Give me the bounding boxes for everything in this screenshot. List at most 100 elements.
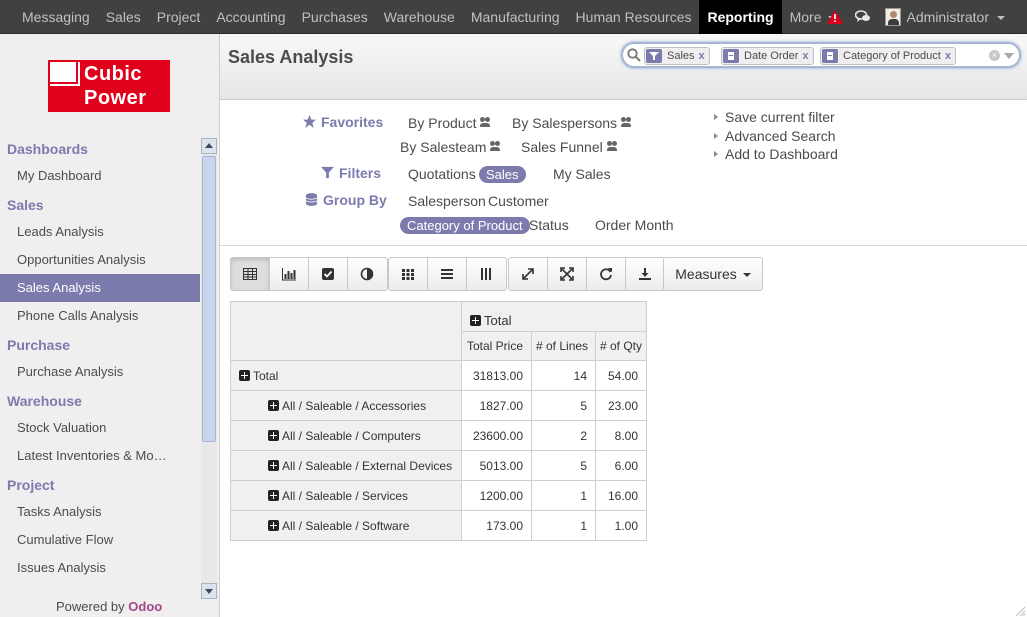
menu-purchases[interactable]: Purchases: [294, 0, 376, 34]
filter-my-sales[interactable]: My Sales: [553, 166, 611, 182]
cell-qty: 6.00: [595, 450, 647, 481]
action-button-group: [508, 257, 666, 291]
pivot-corner: [230, 301, 462, 361]
pivot-table-button[interactable]: [231, 258, 270, 290]
measures-dropdown[interactable]: Measures: [663, 257, 763, 291]
groupby-label: Group By: [323, 192, 387, 208]
powered-by-prefix: Powered by: [56, 599, 125, 614]
database-icon: [305, 193, 318, 206]
groupby-customer[interactable]: Customer: [488, 193, 549, 209]
table-row: All / Saleable / Computers 23600.00 2 8.…: [230, 420, 647, 451]
nav-item-cumulative-flow[interactable]: Cumulative Flow: [0, 526, 200, 554]
nav-section-project: Project: [7, 477, 55, 493]
advanced-search-link[interactable]: Advanced Search: [714, 128, 836, 144]
menu-messaging[interactable]: Messaging: [0, 0, 98, 34]
scroll-up-icon[interactable]: [201, 138, 217, 154]
row-label: All / Saleable / External Devices: [282, 458, 453, 473]
groupby-status[interactable]: Status: [529, 217, 569, 233]
fullscreen-button[interactable]: [548, 258, 587, 290]
nav-item-tasks-analysis[interactable]: Tasks Analysis: [0, 498, 200, 526]
favorite-by-salesteam[interactable]: By Salesteam: [400, 139, 502, 155]
nav-item-issues-analysis[interactable]: Issues Analysis: [0, 554, 200, 582]
favorite-by-salespersons[interactable]: By Salespersons: [512, 115, 633, 131]
nav-item-purchase-analysis[interactable]: Purchase Analysis: [0, 358, 200, 386]
pivot-row-header-total[interactable]: Total: [230, 360, 462, 391]
cell-total-price: 23600.00: [461, 420, 532, 451]
menu-human-resources[interactable]: Human Resources: [568, 0, 700, 34]
contrast-button[interactable]: [348, 258, 387, 290]
grid-view-button[interactable]: [389, 258, 428, 290]
powered-by-link[interactable]: Odoo: [128, 599, 162, 614]
filter-sales[interactable]: Sales: [479, 166, 526, 183]
expand-plus-icon: [268, 519, 279, 531]
menu-project[interactable]: Project: [149, 0, 209, 34]
powered-by: Powered by Odoo: [56, 599, 162, 614]
row-label: All / Saleable / Services: [282, 488, 409, 503]
filter-quotations[interactable]: Quotations: [408, 166, 476, 182]
pivot-row-header[interactable]: All / Saleable / Computers: [230, 420, 462, 451]
columns-view-button[interactable]: [467, 258, 506, 290]
search-bar[interactable]: Sales x Date Order x Category of Product x …: [621, 42, 1021, 68]
nav-item-opportunities-analysis[interactable]: Opportunities Analysis: [0, 246, 200, 274]
chat-bubbles-icon[interactable]: [854, 10, 871, 24]
favorite-sales-funnel[interactable]: Sales Funnel: [521, 139, 619, 155]
menu-accounting[interactable]: Accounting: [208, 0, 293, 34]
scroll-thumb[interactable]: [202, 156, 216, 442]
menu-sales[interactable]: Sales: [98, 0, 149, 34]
facet-label: Sales: [667, 50, 695, 62]
pivot-row-header[interactable]: All / Saleable / Accessories: [230, 390, 462, 421]
search-drawer-toggle-icon[interactable]: [1004, 53, 1014, 59]
company-logo[interactable]: Cubic Power: [48, 60, 170, 112]
caret-down-icon: [997, 16, 1005, 21]
top-menu: Messaging Sales Project Accounting Purch…: [0, 0, 844, 34]
download-button[interactable]: [626, 258, 665, 290]
menu-reporting[interactable]: Reporting: [699, 0, 782, 34]
bar-chart-button[interactable]: [270, 258, 309, 290]
groupby-category-of-product[interactable]: Category of Product: [400, 217, 530, 234]
nav-item-my-dashboard[interactable]: My Dashboard: [0, 162, 200, 190]
groupby-order-month[interactable]: Order Month: [595, 217, 674, 233]
pivot-col-header[interactable]: Total: [461, 301, 647, 332]
search-drawer: Favorites By Product By Salespersons By …: [220, 101, 1027, 246]
facet-remove-icon[interactable]: x: [802, 50, 808, 62]
groupby-salesperson[interactable]: Salesperson: [408, 193, 486, 209]
avatar[interactable]: [884, 8, 901, 26]
measure-header-lines[interactable]: # of Lines: [531, 331, 596, 361]
user-menu[interactable]: Administrator: [907, 9, 1005, 25]
nav-item-leads-analysis[interactable]: Leads Analysis: [0, 218, 200, 246]
search-icon[interactable]: [627, 48, 641, 62]
scroll-down-icon[interactable]: [201, 583, 217, 599]
menu-manufacturing[interactable]: Manufacturing: [463, 0, 568, 34]
checkbox-button[interactable]: [309, 258, 348, 290]
save-current-filter-link[interactable]: Save current filter: [714, 109, 835, 125]
expand-all-button[interactable]: [509, 258, 548, 290]
alert-triangle-icon[interactable]: [826, 10, 843, 24]
sidebar-scrollbar[interactable]: [201, 138, 217, 599]
nav-item-stock-valuation[interactable]: Stock Valuation: [0, 414, 200, 442]
nav-item-phone-calls-analysis[interactable]: Phone Calls Analysis: [0, 302, 200, 330]
search-facet-category-of-product[interactable]: Category of Product x: [820, 47, 956, 65]
nav-item-latest-inventories[interactable]: Latest Inventories & Mo…: [0, 442, 200, 470]
facet-remove-icon[interactable]: x: [699, 50, 705, 62]
nav-item-sales-analysis[interactable]: Sales Analysis: [0, 274, 200, 302]
clear-search-icon[interactable]: ×: [989, 50, 1000, 61]
add-to-dashboard-link[interactable]: Add to Dashboard: [714, 146, 838, 162]
resize-grip-icon[interactable]: [1014, 605, 1026, 616]
pivot-row-header[interactable]: All / Saleable / Services: [230, 480, 462, 511]
measure-header-qty[interactable]: # of Qty: [595, 331, 647, 361]
star-icon: [303, 115, 316, 128]
pivot-row-header[interactable]: All / Saleable / External Devices: [230, 450, 462, 481]
favorite-by-product[interactable]: By Product: [408, 115, 492, 131]
measure-header-total-price[interactable]: Total Price: [461, 331, 532, 361]
pivot-row-header[interactable]: All / Saleable / Software: [230, 510, 462, 541]
cell-total-price: 5013.00: [461, 450, 532, 481]
shared-users-icon: [606, 141, 619, 151]
search-facet-date-order[interactable]: Date Order x: [721, 47, 814, 65]
facet-remove-icon[interactable]: x: [945, 50, 951, 62]
menu-warehouse[interactable]: Warehouse: [376, 0, 463, 34]
expand-plus-icon: [268, 399, 279, 411]
refresh-button[interactable]: [587, 258, 626, 290]
user-name: Administrator: [906, 9, 989, 25]
rows-view-button[interactable]: [428, 258, 467, 290]
search-facet-sales[interactable]: Sales x: [644, 47, 710, 65]
